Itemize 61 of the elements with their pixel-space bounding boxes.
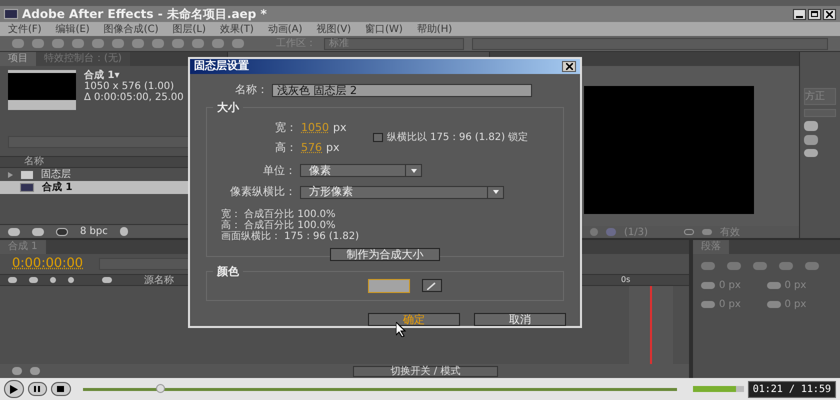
pause-button[interactable] (28, 382, 47, 396)
eyedropper-icon[interactable] (422, 279, 442, 292)
units-label: 单位： (262, 162, 296, 178)
pixel-aspect-label: 像素纵横比： (229, 184, 296, 200)
maximize-icon[interactable] (808, 8, 821, 20)
lock-aspect-checkbox[interactable]: 纵横比以 175 : 96 (1.82) 锁定 (373, 130, 528, 144)
expand-arrow-icon[interactable] (8, 172, 13, 178)
pixel-aspect-dropdown[interactable]: 方形像素 (300, 186, 504, 199)
info-text: 宽： 合成百分比 100.0% (221, 208, 336, 220)
comp-duration: Δ 0:00:05:00, 25.00 (84, 92, 184, 103)
checkbox[interactable] (373, 132, 383, 142)
comp-thumbnail (8, 70, 76, 110)
search-field[interactable] (472, 38, 828, 50)
panel-tab[interactable]: 项目 (0, 52, 36, 66)
stop-button[interactable] (50, 382, 71, 396)
menu-item[interactable]: 图像合成(C) (104, 22, 158, 36)
menu-item[interactable]: 窗口(W) (365, 22, 403, 36)
group-title: 大小 (213, 100, 243, 116)
height-value[interactable]: 576 (301, 140, 322, 156)
close-icon[interactable] (562, 61, 576, 72)
caret-icon (410, 168, 416, 173)
comp-name: 合成 1▾ (84, 70, 120, 81)
menu-item[interactable]: 动画(A) (268, 22, 302, 36)
ok-button[interactable]: 确定 (368, 313, 460, 326)
caret-icon (492, 190, 498, 194)
units-dropdown[interactable]: 像素 (300, 164, 422, 178)
unit-label: px (333, 120, 346, 136)
name-label: 名称： (235, 82, 268, 98)
bit-depth[interactable]: 8 bpc (80, 224, 108, 239)
color-swatch[interactable] (368, 278, 410, 293)
menu-item[interactable]: 文件(F) (8, 22, 42, 36)
info-text: 画面纵横比： 175 : 96 (1.82) (221, 230, 360, 242)
width-label: 宽： (275, 120, 297, 136)
width-value[interactable]: 1050 (301, 120, 329, 136)
unit-label: px (326, 140, 340, 156)
play-icon (10, 384, 18, 394)
dialog-title: 固态层设置 (194, 58, 249, 74)
timecode[interactable]: 0:00:00:00 (12, 254, 84, 274)
menu-item[interactable]: 帮助(H) (416, 22, 452, 36)
app-logo-icon (4, 9, 18, 19)
height-label: 高： (275, 140, 297, 156)
playback-time: 01:21 / 11:59 (748, 380, 836, 398)
menu-item[interactable]: 编辑(E) (56, 22, 90, 36)
close-icon[interactable] (823, 8, 836, 20)
info-text: 高： 合成百分比 100.0% (221, 220, 336, 230)
menu-item[interactable]: 视图(V) (316, 22, 352, 36)
progress-thumb[interactable] (156, 384, 166, 392)
ruler-label: 0s (621, 274, 630, 286)
name-field[interactable]: 浅灰色 固态层 2 (272, 84, 532, 97)
make-comp-size-button[interactable]: 制作为合成大小 (330, 248, 440, 260)
column-header: 源名称 (144, 274, 174, 288)
cancel-button[interactable]: 取消 (474, 313, 566, 326)
project-item[interactable]: 固态层 (0, 168, 227, 181)
menu-item[interactable]: 图层(L) (172, 22, 206, 36)
menu-item[interactable]: 效果(T) (220, 22, 254, 36)
window-title: Adobe After Effects - 未命名项目.aep * (22, 6, 267, 23)
comp-size: 1050 x 576 (1.00) (84, 81, 176, 92)
play-button[interactable] (4, 380, 24, 398)
toggle-switches-button[interactable]: 切换开关 / 模式 (353, 366, 498, 376)
minimize-icon[interactable] (793, 8, 806, 20)
group-title: 颜色 (213, 264, 243, 280)
